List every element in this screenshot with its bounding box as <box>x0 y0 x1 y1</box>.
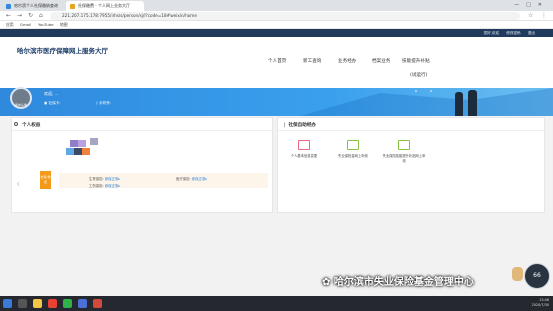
bookmark-maps[interactable]: 地图 <box>60 21 68 29</box>
nav-query[interactable]: 新工查询 <box>303 58 321 64</box>
medical-insurance-row: 医疗保险: 参保正常▸ <box>176 177 208 181</box>
taskbar: 13:46 2020/7/30 <box>0 296 553 311</box>
social-card-label: ▣ 社保卡: <box>44 101 61 105</box>
back-icon[interactable]: ← <box>6 12 11 19</box>
nav-trial-note: (试运行) <box>410 73 428 78</box>
system-clock[interactable]: 13:46 2020/7/30 <box>532 298 549 308</box>
mascot-icon <box>512 267 523 281</box>
nav-skill-subsidy[interactable]: 技能提升补贴 <box>402 58 430 64</box>
banner-figure <box>468 90 477 116</box>
chrome-icon[interactable] <box>48 299 57 308</box>
menu-icon[interactable]: ⋮ <box>541 12 547 19</box>
site-favicon-icon <box>6 4 11 9</box>
watermark: ✿ 哈尔滨市失业保险基金管理中心 <box>322 277 474 288</box>
site-top-strip: 您好,欢迎 修改密码 退出 <box>0 29 553 37</box>
service-unemployment-claim[interactable]: 失业保险金网上申领 <box>333 140 373 158</box>
url-input[interactable]: 221.207.175.178:7955/irhsis/person/sj/l?… <box>50 12 520 20</box>
monitor-icon <box>298 140 310 150</box>
reload-icon[interactable]: ↻ <box>28 12 33 19</box>
nav-home[interactable]: 个人首页 <box>268 58 286 64</box>
maternity-insurance-status[interactable]: 参保正常▸ <box>105 177 120 181</box>
app-icon[interactable] <box>93 299 102 308</box>
star-icon[interactable]: ☆ <box>528 12 533 19</box>
personal-rights-title: 个人权益 <box>22 123 41 128</box>
search-icon[interactable] <box>18 299 27 308</box>
bookmark-youtube[interactable]: YouTube <box>38 21 53 29</box>
chat-widget[interactable]: 66 <box>512 263 551 291</box>
injury-insurance-status[interactable]: 参保正常▸ <box>105 184 120 188</box>
carousel-prev-icon[interactable]: ‹ <box>16 177 20 190</box>
chat-counter: 66 <box>524 263 550 289</box>
browser-tab-2[interactable]: 社保缴费 - 个人网上业务大厅 <box>66 1 144 11</box>
file-explorer-icon[interactable] <box>33 299 42 308</box>
app-icon[interactable] <box>78 299 87 308</box>
welcome-text: 您好,欢迎 <box>483 31 500 35</box>
service-info-change[interactable]: 个人基本信息变更 <box>284 140 324 158</box>
banner-figure <box>455 92 463 116</box>
monitor-icon <box>398 140 410 150</box>
injury-insurance-row: 工伤保险: 参保正常▸ <box>89 184 121 188</box>
nav-business[interactable]: 业务经办 <box>338 58 356 64</box>
self-service-title: ❘ 社保自助经办 <box>283 123 317 128</box>
avatar-label: 我的头像 <box>14 103 27 107</box>
site-title: 哈尔滨市医疗保障网上服务大厅 <box>17 47 108 55</box>
bookmark-gmail[interactable]: Gmail <box>20 21 31 29</box>
clock-icon <box>14 122 18 126</box>
maternity-insurance-row: 生育保险: 参保正常▸ <box>89 177 121 181</box>
logout-link[interactable]: 退出 <box>528 31 535 35</box>
forward-icon[interactable]: → <box>17 12 22 19</box>
browser-tab-bar: 哈尔滨个人社保缴纳查询 社保缴费 - 个人网上业务大厅 —□✕ <box>0 0 553 11</box>
payment-badge: 社保 缴费 <box>40 171 51 189</box>
user-name: 欢迎, ... <box>44 91 59 96</box>
insurance-status-panel: 生育保险: 参保正常▸ 医疗保险: 参保正常▸ 工伤保险: 参保正常▸ <box>59 173 268 188</box>
medical-insurance-status[interactable]: 参保正常▸ <box>192 177 207 181</box>
monitor-icon <box>347 140 359 150</box>
home-icon[interactable]: ⌂ <box>39 12 43 19</box>
window-controls[interactable]: —□✕ <box>514 2 549 8</box>
address-bar: ← → ↻ ⌂ 221.207.175.178:7955/irhsis/pers… <box>0 11 553 21</box>
personal-rights-card: 个人权益 ‹ › 社保 缴费 生育保险: 参保正常▸ 医疗保险: 参保正常▸ 工… <box>11 117 273 213</box>
start-icon[interactable] <box>3 299 12 308</box>
browser-tab-1[interactable]: 哈尔滨个人社保缴纳查询 <box>2 1 68 11</box>
site-favicon-icon <box>70 4 75 9</box>
service-skill-subsidy[interactable]: 失业保险技能提升补贴网上申领 <box>382 140 426 163</box>
content-cards: 个人权益 ‹ › 社保 缴费 生育保险: 参保正常▸ 医疗保险: 参保正常▸ 工… <box>11 117 545 213</box>
change-password-link[interactable]: 修改密码 <box>506 31 520 35</box>
bookmark-apps[interactable]: 应用 <box>6 21 14 29</box>
self-service-card: ❘ 社保自助经办 个人基本信息变更 失业保险金网上申领 失业保险技能提升补贴网上… <box>277 117 545 213</box>
bookmarks-bar: 应用 Gmail YouTube 地图 <box>0 21 553 29</box>
nav-archive[interactable]: 档案业务 <box>372 58 390 64</box>
phone-label: ▯ 手机号: <box>96 101 112 105</box>
wechat-icon[interactable] <box>63 299 72 308</box>
